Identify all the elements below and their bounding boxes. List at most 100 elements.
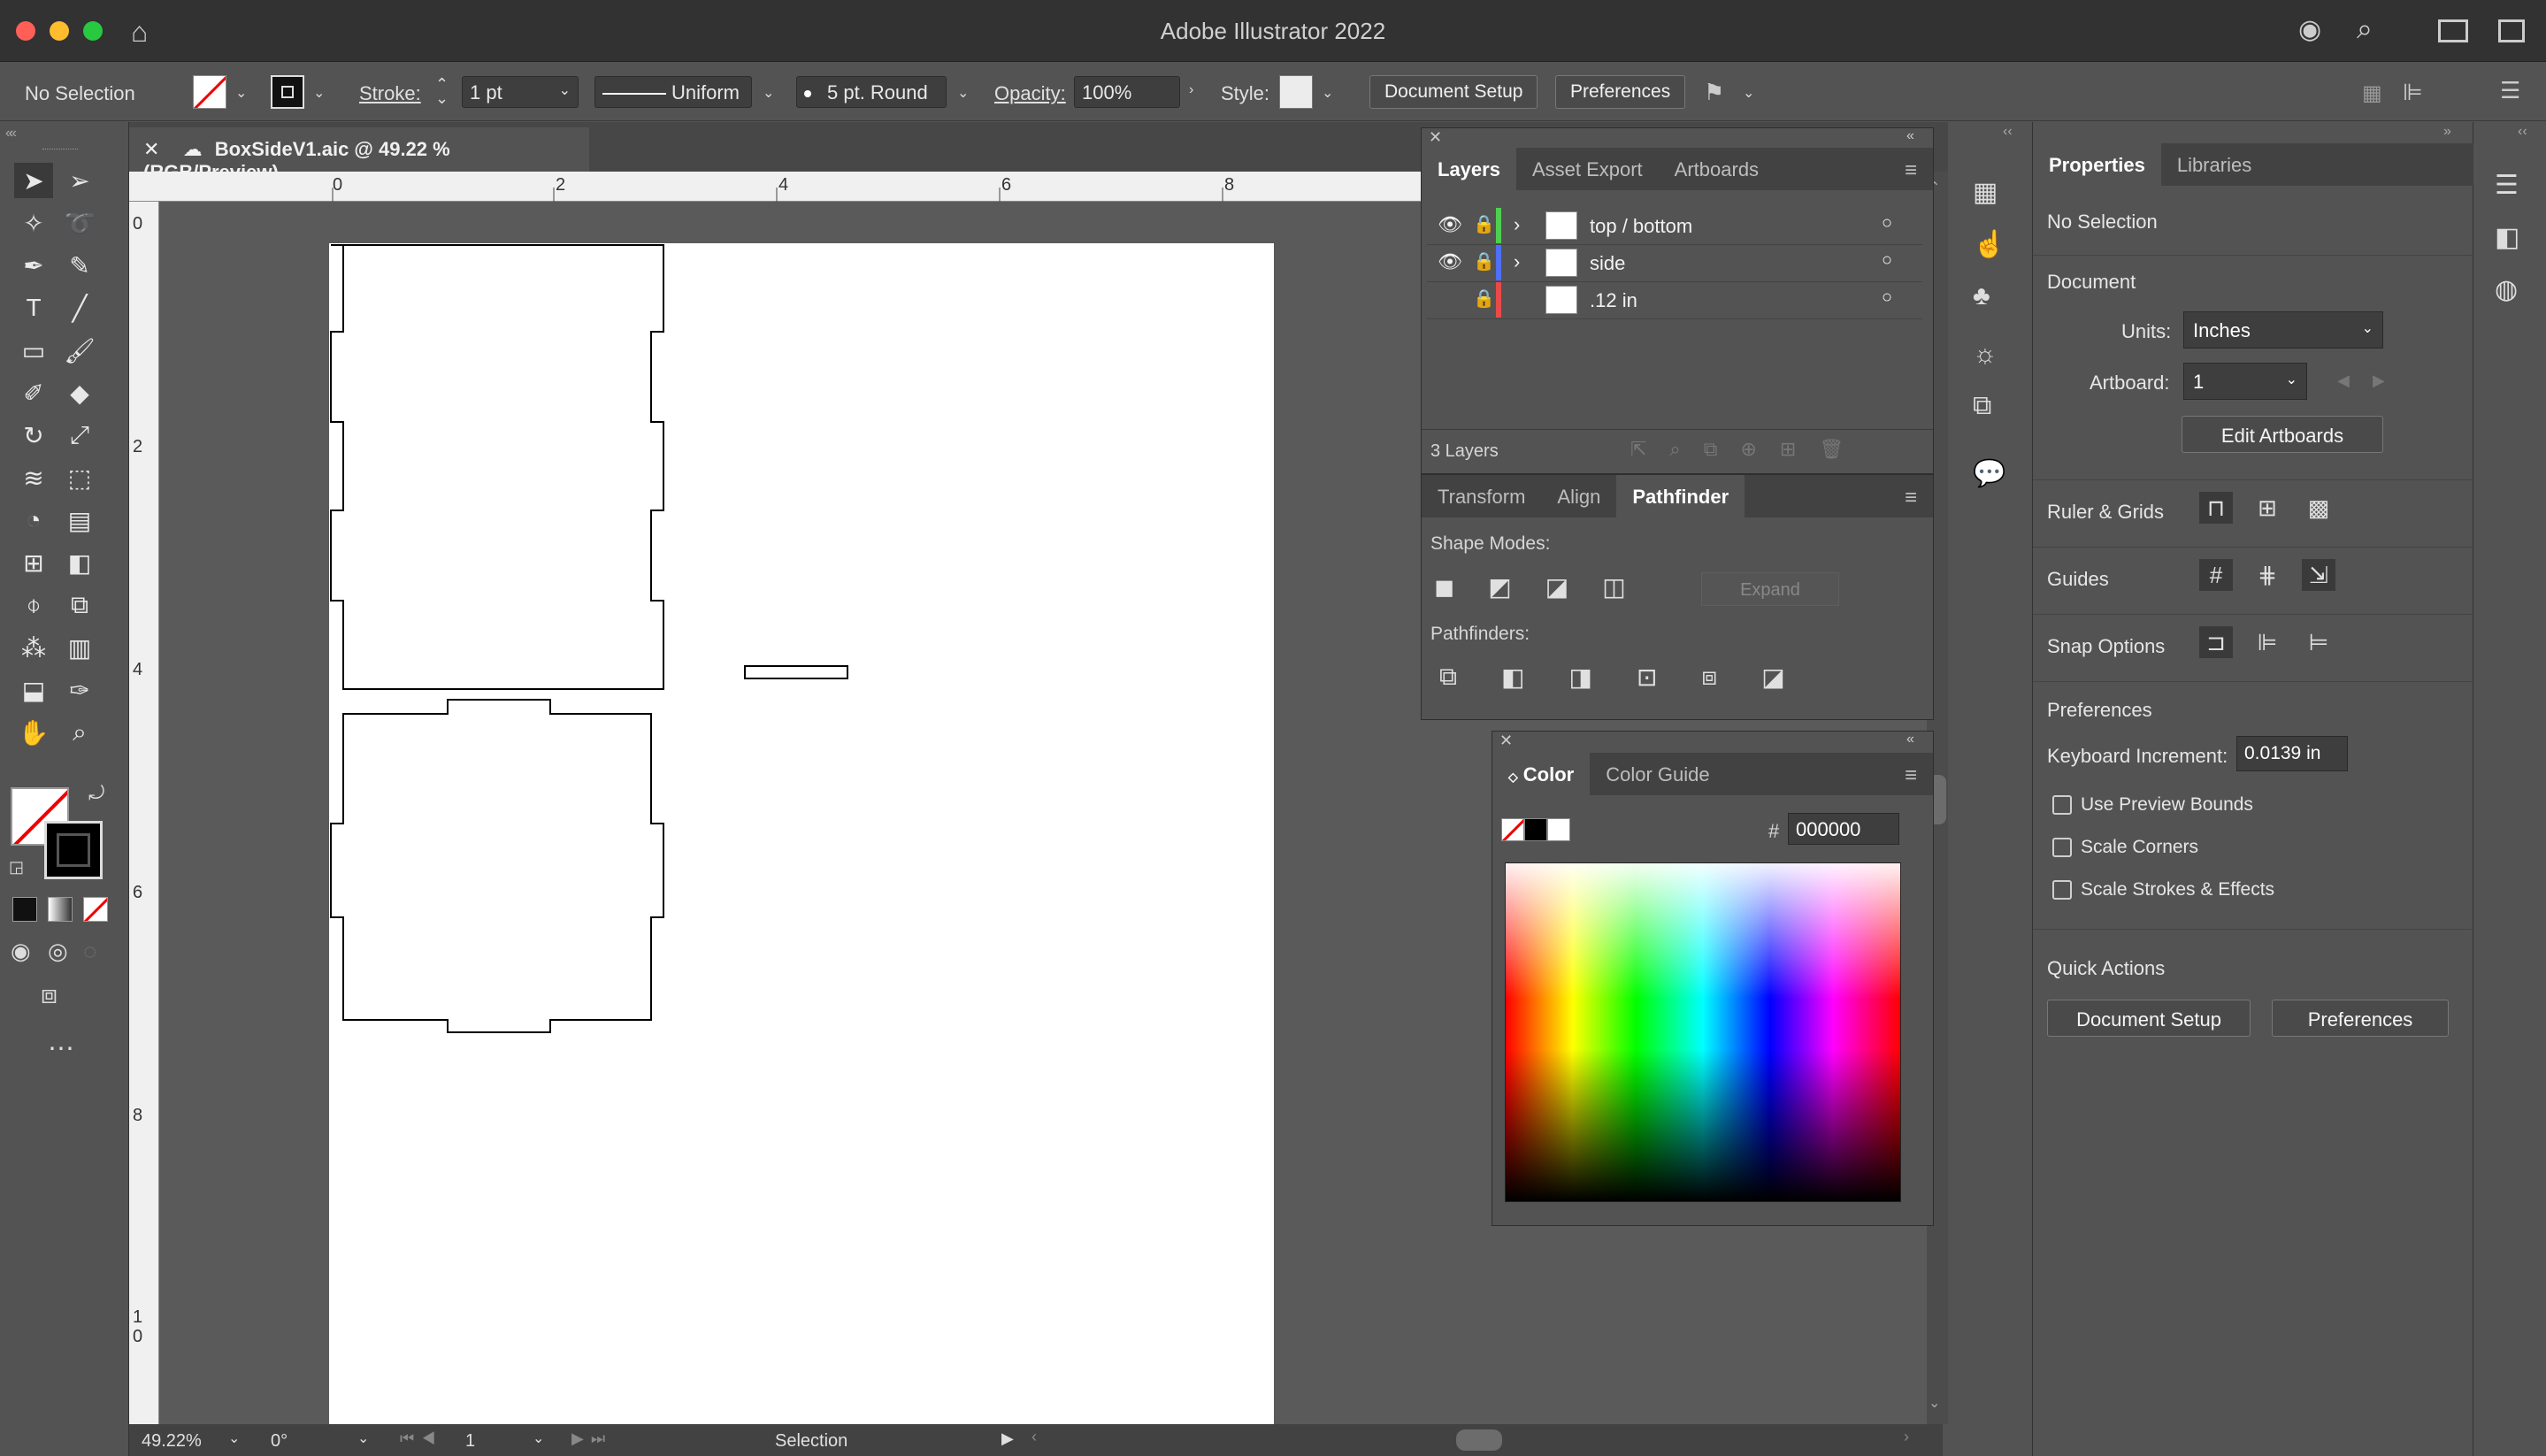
- layer-row[interactable]: 👁 🔒 › side ○: [1427, 245, 1922, 282]
- gradient-tool-icon[interactable]: ◧: [60, 545, 99, 580]
- preferences-button[interactable]: Preferences: [1555, 75, 1686, 109]
- pen-tool-icon[interactable]: ✒: [14, 248, 53, 283]
- chevron-down-icon[interactable]: ⌄: [235, 84, 247, 102]
- target-icon[interactable]: ○: [1882, 287, 1892, 308]
- gradient-panel-icon[interactable]: ◧: [2495, 222, 2519, 253]
- horizontal-scroll-thumb[interactable]: [1456, 1429, 1502, 1451]
- snap-to-pixel-icon[interactable]: ⊫: [2251, 626, 2284, 658]
- divide-icon[interactable]: ⧉: [1439, 663, 1457, 692]
- zoom-tool-icon[interactable]: ⌕: [60, 715, 99, 750]
- color-mode-icon[interactable]: [12, 897, 37, 922]
- zoom-level[interactable]: 49.22%: [142, 1431, 202, 1452]
- scroll-right-icon[interactable]: ›: [1904, 1428, 1909, 1446]
- search-icon[interactable]: ⌕: [2357, 12, 2373, 46]
- artboard-field[interactable]: 1 ⌄: [2183, 363, 2307, 400]
- snap-to-glyph-icon[interactable]: ⊨: [2302, 626, 2335, 658]
- brush-definition[interactable]: 5 pt. Round: [796, 76, 947, 108]
- graphic-style-swatch[interactable]: [1279, 75, 1313, 109]
- top-bottom-panel-shape[interactable]: [330, 699, 664, 1033]
- artwork[interactable]: [329, 243, 1274, 1429]
- eraser-tool-icon[interactable]: ◆: [60, 375, 99, 410]
- blend-tool-icon[interactable]: ⧉: [60, 587, 99, 623]
- perspective-grid-tool-icon[interactable]: ▤: [60, 502, 99, 538]
- warp-tool-icon[interactable]: ≋: [14, 460, 53, 495]
- tab-properties[interactable]: Properties: [2033, 143, 2161, 186]
- chevron-down-icon[interactable]: ⌄: [763, 84, 774, 102]
- artboard-tool-icon[interactable]: ⬓: [14, 672, 53, 708]
- quick-document-setup-button[interactable]: Document Setup: [2047, 1000, 2251, 1037]
- white-swatch[interactable]: [1547, 818, 1570, 841]
- column-graph-tool-icon[interactable]: ▥: [60, 630, 99, 665]
- magic-wand-tool-icon[interactable]: ✧: [14, 205, 53, 241]
- arrange-documents-icon[interactable]: [2498, 19, 2525, 42]
- use-preview-bounds-checkbox[interactable]: [2052, 795, 2072, 815]
- symbol-sprayer-tool-icon[interactable]: ⁂: [14, 630, 53, 665]
- eyedropper-tool-icon[interactable]: ⌽: [14, 587, 53, 623]
- exclude-icon[interactable]: ◫: [1602, 572, 1625, 602]
- edit-artboards-button[interactable]: Edit Artboards: [2182, 416, 2383, 453]
- chevron-right-icon[interactable]: ›: [1514, 250, 1520, 273]
- collapse-dock-icon[interactable]: ‹‹: [2518, 124, 2527, 140]
- collapse-dock-icon[interactable]: ‹‹: [2003, 124, 2013, 140]
- artboard[interactable]: [329, 243, 1274, 1429]
- chevron-left-icon[interactable]: ◀: [2337, 372, 2350, 390]
- grid-icon[interactable]: ⊞: [2251, 492, 2284, 524]
- shaper-tool-icon[interactable]: ✐: [14, 375, 53, 410]
- rectangle-tool-icon[interactable]: ▭: [14, 333, 53, 368]
- document-setup-button[interactable]: Document Setup: [1369, 75, 1538, 109]
- recolor-icon[interactable]: ⚑: [1704, 79, 1724, 106]
- workspace-icon[interactable]: [2438, 19, 2468, 42]
- chevron-down-icon[interactable]: ⌄: [1322, 84, 1333, 102]
- side-panel-shape[interactable]: [330, 244, 664, 690]
- direct-selection-tool-icon[interactable]: ➢: [60, 163, 99, 198]
- chevron-right-icon[interactable]: ▶: [2373, 372, 2385, 390]
- transparency-grid-icon[interactable]: ▩: [2302, 492, 2335, 524]
- chevron-down-icon[interactable]: ⌄: [957, 84, 969, 102]
- opacity-label[interactable]: Opacity:: [994, 82, 1066, 105]
- layer-name[interactable]: top / bottom: [1590, 215, 1692, 238]
- expand-button[interactable]: Expand: [1701, 572, 1839, 606]
- shape-builder-tool-icon[interactable]: ◔: [14, 502, 53, 538]
- asset-export-icon[interactable]: ☝: [1973, 229, 2005, 260]
- unite-icon[interactable]: ◼: [1434, 572, 1454, 602]
- outline-icon[interactable]: ⧈: [1701, 663, 1717, 692]
- more-tools-icon[interactable]: ⋯: [48, 1033, 74, 1064]
- target-icon[interactable]: ○: [1882, 250, 1892, 271]
- smart-guides-icon[interactable]: ⇲: [2302, 559, 2335, 591]
- artboard-nav-prev-icon[interactable]: ⏮◀: [400, 1429, 442, 1448]
- layer-row[interactable]: 🔒 .12 in ○: [1427, 282, 1922, 319]
- quick-preferences-button[interactable]: Preferences: [2272, 1000, 2449, 1037]
- rotate-tool-icon[interactable]: ↻: [14, 418, 53, 453]
- scale-tool-icon[interactable]: ⤢: [60, 418, 99, 453]
- layer-actions-icons[interactable]: ⇱⌕⧉⊕⊞🗑: [1630, 438, 1867, 461]
- draw-behind-icon[interactable]: ◎: [48, 938, 68, 965]
- user-search-icon[interactable]: ◉: [2298, 14, 2321, 45]
- layer-name[interactable]: side: [1590, 252, 1625, 275]
- artboards-icon[interactable]: ⧉: [1973, 391, 1998, 421]
- line-tool-icon[interactable]: ╱: [60, 290, 99, 326]
- comments-icon[interactable]: 💬: [1973, 458, 2005, 489]
- slot-shape[interactable]: [744, 665, 848, 679]
- intersect-icon[interactable]: ◪: [1545, 572, 1568, 602]
- collapse-panel-icon[interactable]: «: [1906, 128, 1914, 144]
- stroke-swatch[interactable]: [271, 75, 304, 109]
- free-transform-tool-icon[interactable]: ⬚: [60, 460, 99, 495]
- draw-normal-icon[interactable]: ◉: [11, 938, 31, 965]
- tab-asset-export[interactable]: Asset Export: [1516, 148, 1659, 190]
- tab-libraries[interactable]: Libraries: [2161, 143, 2267, 186]
- close-panel-icon[interactable]: ✕: [1499, 732, 1513, 750]
- libraries-icon[interactable]: ▦: [1973, 177, 2005, 208]
- lock-icon[interactable]: 🔒: [1473, 250, 1495, 272]
- hex-input[interactable]: 000000: [1788, 813, 1899, 845]
- chevron-down-icon[interactable]: ⌄: [313, 84, 325, 102]
- snap-to-point-icon[interactable]: ⊐: [2199, 626, 2233, 658]
- scroll-left-icon[interactable]: ‹: [1031, 1428, 1037, 1446]
- black-swatch[interactable]: [1524, 818, 1547, 841]
- curvature-tool-icon[interactable]: ✎: [60, 248, 99, 283]
- tab-transform[interactable]: Transform: [1422, 475, 1541, 517]
- eye-icon[interactable]: 👁: [1438, 250, 1462, 273]
- lock-icon[interactable]: 🔒: [1473, 213, 1495, 235]
- mesh-tool-icon[interactable]: ⊞: [14, 545, 53, 580]
- chevron-down-icon[interactable]: ⌄: [1743, 84, 1754, 102]
- lock-guides-icon[interactable]: ⋕: [2251, 559, 2284, 591]
